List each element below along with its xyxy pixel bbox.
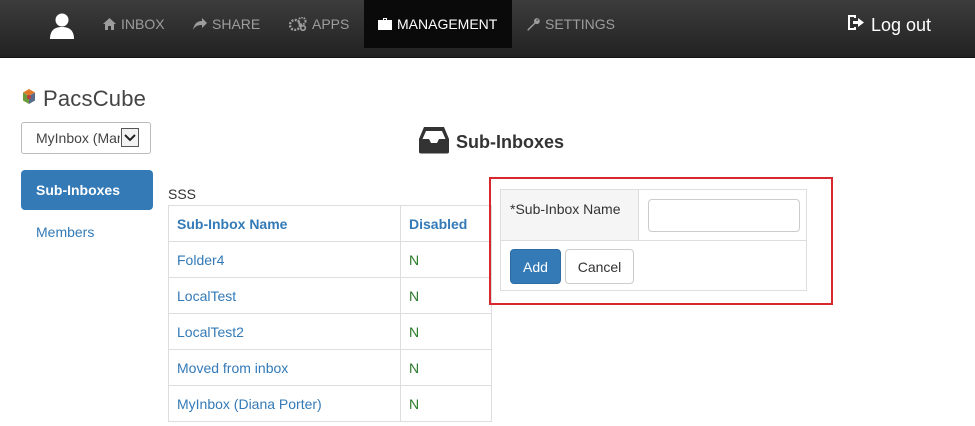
inbox-select-value: MyInbox (Mar [36,130,120,146]
sub-inbox-name-link[interactable]: MyInbox (Diana Porter) [168,385,401,422]
table-row: LocalTest2 N [168,313,492,350]
briefcase-icon [378,18,392,30]
sub-inbox-name-link[interactable]: Moved from inbox [168,349,401,386]
inbox-select[interactable]: MyInbox (Mar [21,122,151,154]
nav-settings-label: SETTINGS [545,16,616,32]
cancel-button[interactable]: Cancel [565,249,634,284]
nav-management-label: MANAGEMENT [397,16,498,32]
table-row: Folder4 N [168,241,492,278]
chevron-down-icon[interactable] [121,128,139,147]
page-title-text: Sub-Inboxes [456,132,565,152]
logo-text: PacsCube [43,86,147,111]
nav-apps-label: APPS [312,16,350,32]
sidebar-item-label: Sub-Inboxes [36,182,121,198]
disabled-value: N [400,349,492,386]
nav-share[interactable]: SHARE [193,0,260,48]
nav-inbox-label: INBOX [121,16,165,32]
table-caption: SSS [168,186,197,202]
sub-inbox-name-link[interactable]: LocalTest2 [168,313,401,350]
user-icon[interactable] [50,13,74,39]
new-sub-inbox-form: *Sub-Inbox Name Add Cancel [500,189,807,291]
sub-inbox-name-cell [639,190,806,241]
share-icon [193,18,207,30]
sub-inbox-name-link[interactable]: Folder4 [168,241,401,278]
logout-icon [847,14,865,36]
cogs-icon [289,17,307,31]
sub-inbox-name-link[interactable]: LocalTest [168,277,401,314]
column-header-disabled[interactable]: Disabled [400,205,492,242]
table-row: Moved from inbox N [168,349,492,386]
nav-settings[interactable]: SETTINGS [527,0,615,48]
sub-inbox-name-label: *Sub-Inbox Name [501,190,639,241]
logout-label: Log out [870,14,931,35]
top-navbar: INBOX SHARE APPS MANAGEMENT SETTINGS Log… [0,0,975,58]
add-button[interactable]: Add [510,249,561,284]
home-icon [103,18,116,30]
nav-inbox[interactable]: INBOX [103,0,165,48]
table-row: MyInbox (Diana Porter) N [168,385,492,422]
nav-management[interactable]: MANAGEMENT [364,0,512,48]
wrench-icon [527,17,540,31]
inbox-tray-icon [418,126,450,159]
sub-inbox-table: Sub-Inbox Name Disabled Folder4 N LocalT… [168,205,492,422]
app-logo: PacsCube [21,86,146,112]
table-header-row: Sub-Inbox Name Disabled [168,205,492,242]
sub-inbox-name-input[interactable] [648,199,800,232]
logout-link[interactable]: Log out [847,13,931,37]
nav-apps[interactable]: APPS [289,0,349,48]
nav-share-label: SHARE [212,16,261,32]
page-title: Sub-Inboxes [418,126,564,159]
column-header-name[interactable]: Sub-Inbox Name [168,205,401,242]
table-row: LocalTest N [168,277,492,314]
disabled-value: N [400,277,492,314]
disabled-value: N [400,241,492,278]
sidebar-item-sub-inboxes[interactable]: Sub-Inboxes [21,170,153,210]
sidebar-item-members[interactable]: Members [21,212,153,252]
pacscube-logo-icon [21,88,37,110]
disabled-value: N [400,385,492,422]
sidebar-item-label: Members [36,224,95,240]
disabled-value: N [400,313,492,350]
